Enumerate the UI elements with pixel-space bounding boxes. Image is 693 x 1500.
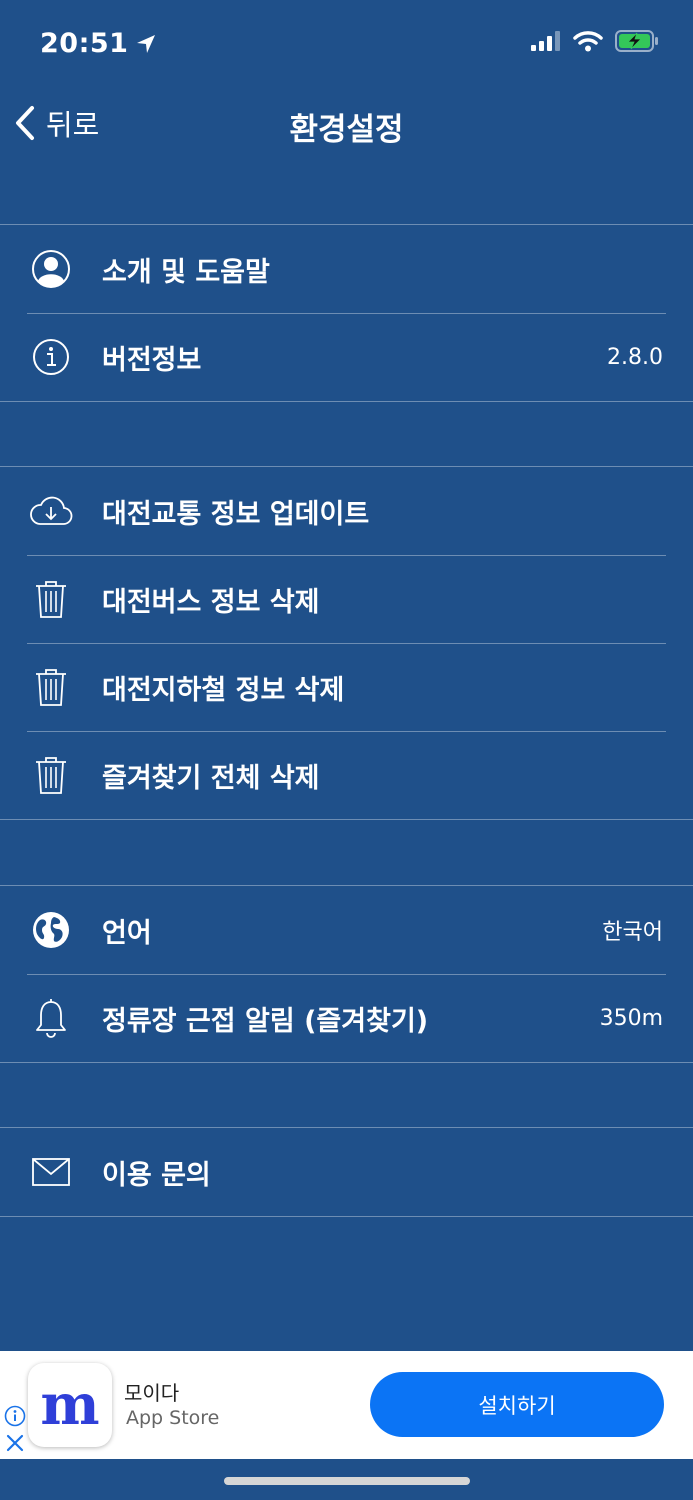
cellular-signal-icon bbox=[531, 31, 560, 51]
ad-app-name: 모이다 bbox=[124, 1381, 180, 1405]
settings-label-delete-subway: 대전지하철 정보 삭제 bbox=[102, 674, 345, 706]
info-icon bbox=[29, 335, 73, 379]
ad-install-button[interactable]: 설치하기 bbox=[370, 1372, 664, 1437]
settings-row-help[interactable]: 소개 및 도움말 bbox=[0, 225, 693, 313]
ad-banner[interactable]: m 모이다 App Store 설치하기 bbox=[0, 1351, 693, 1459]
ad-install-label: 설치하기 bbox=[478, 1393, 556, 1418]
settings-group-about: 소개 및 도움말 버전정보 2.8.0 bbox=[0, 224, 693, 402]
nav-bar: 뒤로 환경설정 bbox=[0, 90, 693, 160]
globe-icon bbox=[29, 908, 73, 952]
stop-alert-value: 350m bbox=[599, 1005, 663, 1031]
ad-close-icon[interactable] bbox=[5, 1433, 25, 1453]
settings-label-update: 대전교통 정보 업데이트 bbox=[102, 498, 370, 530]
settings-row-delete-bus[interactable]: 대전버스 정보 삭제 bbox=[0, 555, 693, 643]
home-indicator[interactable] bbox=[224, 1477, 470, 1485]
language-value: 한국어 bbox=[602, 920, 663, 945]
settings-row-delete-subway[interactable]: 대전지하철 정보 삭제 bbox=[0, 643, 693, 731]
settings-row-language[interactable]: 언어 한국어 bbox=[0, 886, 693, 974]
version-value: 2.8.0 bbox=[607, 344, 663, 370]
settings-label-delete-favorites: 즐겨찾기 전체 삭제 bbox=[102, 762, 320, 794]
wifi-icon bbox=[573, 31, 603, 52]
ad-info-icon[interactable] bbox=[4, 1405, 26, 1427]
settings-group-data: 대전교통 정보 업데이트 대전버스 정보 삭제 대전지하철 정보 삭제 즐겨찾기… bbox=[0, 466, 693, 820]
settings-label-language: 언어 bbox=[102, 917, 152, 949]
location-arrow-icon bbox=[137, 34, 156, 53]
battery-charging-icon bbox=[615, 30, 658, 52]
settings-label-delete-bus: 대전버스 정보 삭제 bbox=[102, 586, 320, 618]
status-time: 20:51 bbox=[40, 28, 129, 59]
mail-icon bbox=[29, 1150, 73, 1194]
ad-store-label: App Store bbox=[126, 1407, 220, 1429]
settings-row-update[interactable]: 대전교통 정보 업데이트 bbox=[0, 467, 693, 555]
settings-label-contact: 이용 문의 bbox=[102, 1159, 211, 1191]
status-bar: 20:51 bbox=[0, 0, 693, 90]
status-icons bbox=[531, 30, 659, 52]
cloud-download-icon bbox=[29, 489, 73, 533]
trash-icon bbox=[29, 577, 73, 621]
settings-group-contact: 이용 문의 bbox=[0, 1127, 693, 1217]
settings-row-delete-favorites[interactable]: 즐겨찾기 전체 삭제 bbox=[0, 731, 693, 819]
ad-app-logo-text: m bbox=[40, 1372, 100, 1438]
trash-icon bbox=[29, 665, 73, 709]
settings-row-version[interactable]: 버전정보 2.8.0 bbox=[0, 313, 693, 401]
settings-group-preferences: 언어 한국어 정류장 근접 알림 (즐겨찾기) 350m bbox=[0, 885, 693, 1063]
page-title: 환경설정 bbox=[289, 112, 404, 148]
settings-label-help: 소개 및 도움말 bbox=[102, 256, 270, 288]
user-circle-icon bbox=[29, 247, 73, 291]
settings-row-contact[interactable]: 이용 문의 bbox=[0, 1128, 693, 1216]
ad-app-logo[interactable]: m bbox=[28, 1363, 112, 1447]
trash-icon bbox=[29, 753, 73, 797]
settings-row-stop-alert[interactable]: 정류장 근접 알림 (즐겨찾기) 350m bbox=[0, 974, 693, 1062]
settings-label-stop-alert: 정류장 근접 알림 (즐겨찾기) bbox=[102, 1005, 429, 1037]
status-time-group: 20:51 bbox=[40, 28, 158, 59]
bell-icon bbox=[29, 996, 73, 1040]
settings-label-version: 버전정보 bbox=[102, 344, 202, 376]
